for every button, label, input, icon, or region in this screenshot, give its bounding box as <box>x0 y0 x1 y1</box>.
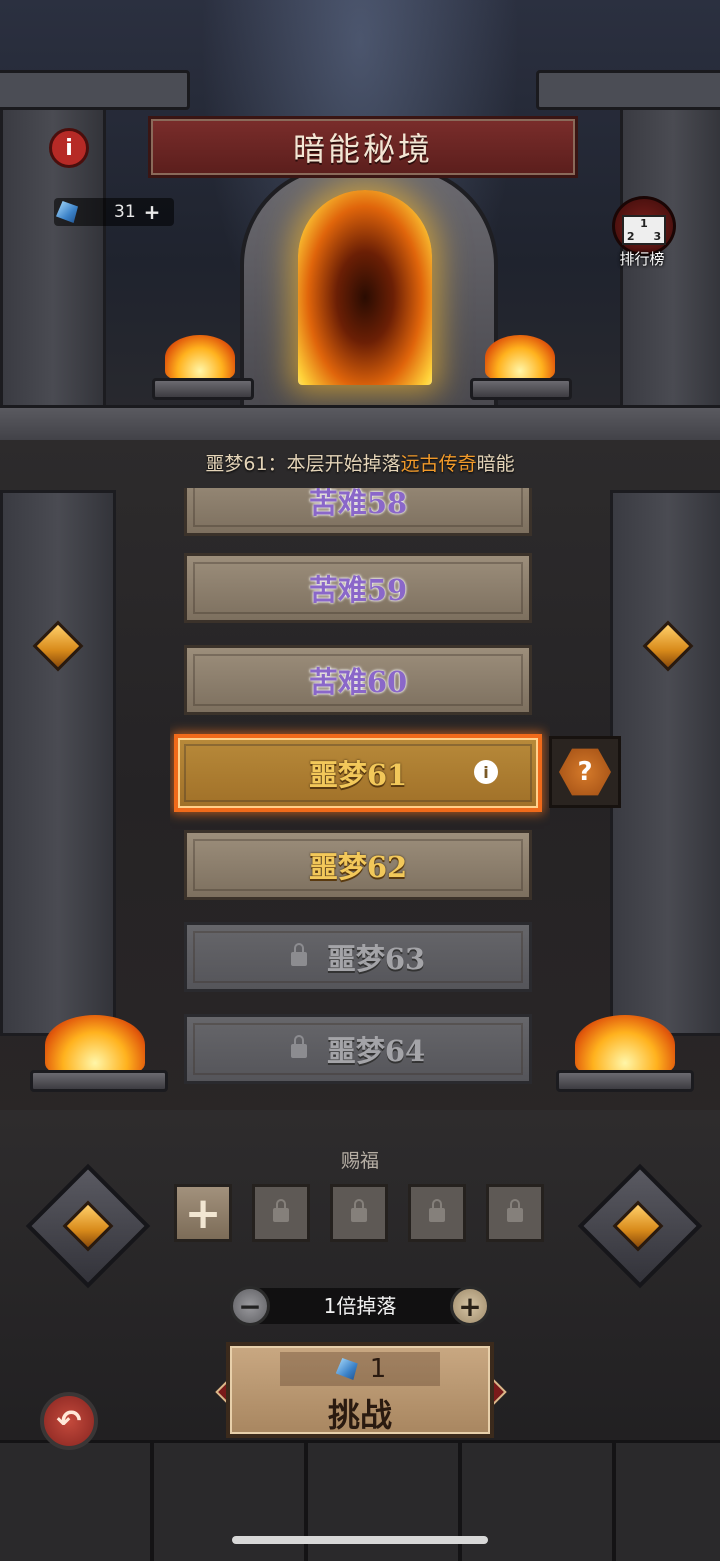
page-title: 暗能秘境 <box>292 130 433 168</box>
stage-label: 苦难60 <box>308 665 408 699</box>
mystery-reward-button[interactable]: ? <box>549 736 621 808</box>
tip-suffix: 暗能 <box>476 453 515 475</box>
back-button[interactable]: ↶ <box>40 1392 98 1450</box>
blue-crystal-icon <box>335 1358 358 1380</box>
stage-label: 噩梦63 <box>326 942 426 976</box>
blessing-slot-locked[interactable] <box>486 1184 544 1242</box>
right-lower-fire <box>575 1015 675 1075</box>
left-tower-pillar <box>0 490 116 1036</box>
left-pillar-cap <box>0 70 190 110</box>
blessing-slot-locked[interactable] <box>252 1184 310 1242</box>
right-brazier <box>470 378 572 400</box>
podium-third: 3 <box>653 230 662 243</box>
stage-label: 苦难58 <box>308 488 408 520</box>
stage-label: 噩梦64 <box>326 1034 426 1068</box>
stage-58[interactable]: 苦难58 <box>184 488 532 536</box>
home-indicator[interactable] <box>232 1536 488 1544</box>
right-lower-brazier <box>556 1070 694 1092</box>
blessing-add-slot[interactable]: + <box>174 1184 232 1242</box>
blessing-title: 赐福 <box>340 1150 379 1172</box>
challenge-button[interactable]: 1 挑战 <box>226 1342 494 1438</box>
decrease-multiplier-button[interactable]: − <box>230 1286 270 1326</box>
stage-64-locked[interactable]: 噩梦64 <box>184 1014 532 1084</box>
challenge-cost-amount: 1 <box>369 1354 387 1384</box>
question-icon: ? <box>559 748 611 796</box>
lock-icon <box>351 1199 367 1222</box>
stage-62[interactable]: 噩梦62 <box>184 830 532 900</box>
tip-prefix: 噩梦61：本层开始掉落 <box>205 453 401 475</box>
increase-multiplier-button[interactable]: + <box>450 1286 490 1326</box>
add-currency-button[interactable]: + <box>144 200 161 224</box>
currency-counter: 31 + <box>54 198 174 226</box>
stage-60[interactable]: 苦难60 <box>184 645 532 715</box>
challenge-label: 挑战 <box>327 1396 392 1434</box>
lock-icon <box>507 1199 523 1222</box>
stage-63-locked[interactable]: 噩梦63 <box>184 922 532 992</box>
left-brazier <box>152 378 254 400</box>
drop-multiplier-label: 1倍掉落 <box>252 1288 468 1324</box>
stage-list[interactable]: 苦难58 苦难59 苦难60 噩梦61 i 噩梦62 噩梦63 噩梦64 <box>170 488 550 1108</box>
lock-icon <box>273 1199 289 1222</box>
ranking-label: 排行榜 <box>619 250 665 268</box>
podium-icon: 2 1 3 <box>612 196 676 256</box>
blue-crystal-icon <box>56 201 78 223</box>
portal <box>298 190 432 385</box>
left-brazier-fire <box>165 335 235 380</box>
podium-second: 2 <box>626 230 635 243</box>
challenge-cost: 1 <box>280 1352 440 1386</box>
blessing-slot-locked[interactable] <box>330 1184 388 1242</box>
info-icon[interactable]: i <box>49 128 89 168</box>
podium-first: 1 <box>640 217 648 230</box>
lock-icon <box>290 1035 307 1058</box>
stage-label: 噩梦62 <box>308 850 408 884</box>
tip-highlight: 远古传奇 <box>400 453 477 475</box>
floor-tip: 噩梦61：本层开始掉落远古传奇暗能 <box>0 448 720 480</box>
lock-icon <box>429 1199 445 1222</box>
lock-icon <box>290 943 307 966</box>
currency-amount: 31 <box>114 202 136 222</box>
right-pillar-cap <box>536 70 720 110</box>
stage-label: 噩梦61 <box>308 758 408 792</box>
left-lower-brazier <box>30 1070 168 1092</box>
stage-label: 苦难59 <box>308 573 408 607</box>
blessing-slot-locked[interactable] <box>408 1184 466 1242</box>
stage-59[interactable]: 苦难59 <box>184 553 532 623</box>
stage-info-icon[interactable]: i <box>474 760 498 784</box>
left-lower-fire <box>45 1015 145 1075</box>
stage-61-current[interactable]: 噩梦61 i <box>174 734 542 812</box>
right-brazier-fire <box>485 335 555 380</box>
ranking-button[interactable]: 2 1 3 排行榜 <box>606 196 678 268</box>
title-banner: 暗能秘境 <box>148 116 578 178</box>
right-tower-pillar <box>610 490 720 1036</box>
